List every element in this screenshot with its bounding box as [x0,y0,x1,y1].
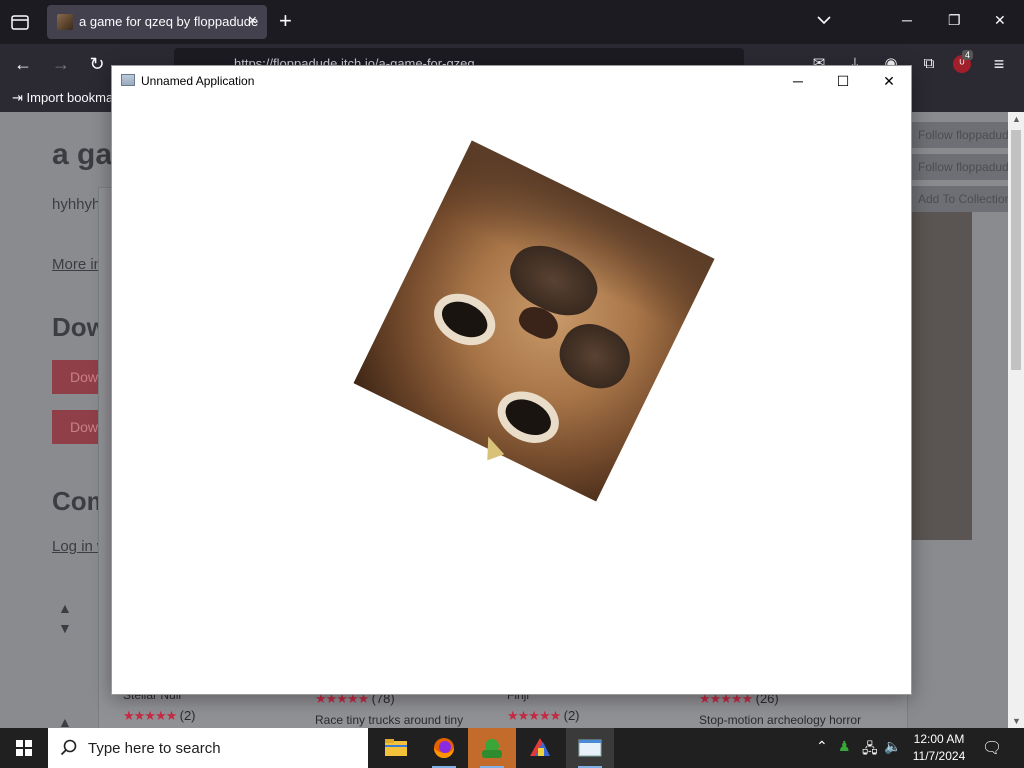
tab-list-icon[interactable] [8,10,32,34]
game-screenshot[interactable] [912,212,972,540]
clock-date: 11/7/2024 [912,749,966,763]
network-icon[interactable]: 🖧 [862,738,878,762]
browser-close-button[interactable]: ✕ [994,12,1006,29]
follow-button[interactable]: Follow floppadude [912,122,1008,148]
rating-count: (2) [563,708,580,723]
scroll-down-icon[interactable]: ▼ [1012,716,1021,726]
tab-close-button[interactable]: × [248,12,257,29]
rating-stars: ★★★★★ [507,708,561,723]
search-icon [60,739,77,756]
chevron-down-icon[interactable] [816,12,832,33]
add-to-collection-button[interactable]: Add To Collection [912,186,1008,212]
game-app-icon[interactable] [468,728,516,768]
volume-icon[interactable]: 🔈 [884,738,901,755]
clock[interactable]: 12:00 AM 11/7/2024 [904,731,974,765]
browser-minimize-button[interactable]: ─ [902,12,912,28]
tab-title: a game for qzeq by floppadude [79,14,259,29]
forward-arrow-icon[interactable]: → [50,53,72,75]
downvote-icon[interactable]: ▼ [58,620,72,636]
extensions-icon[interactable]: ⧉ [918,53,940,75]
extension-badge: 4 [962,50,974,60]
app-minimize-button[interactable]: ─ [783,70,813,92]
app-title: Unnamed Application [141,74,255,88]
browser-tab-active[interactable]: a game for qzeq by floppadude × [47,5,267,39]
app-window-taskbar-icon[interactable] [566,728,614,768]
file-explorer-icon[interactable] [372,728,420,768]
scrollbar-thumb[interactable] [1011,130,1021,370]
new-tab-button[interactable]: + [279,9,292,33]
search-placeholder: Type here to search [88,740,221,757]
chevron-up-icon[interactable]: ⌃ [816,738,828,755]
app-titlebar[interactable]: Unnamed Application ─ ☐ ✕ [112,66,911,96]
hamburger-menu-icon[interactable]: ≡ [988,53,1010,75]
notification-icon[interactable]: 🗨 [982,738,1002,758]
rating-count: (2) [179,708,196,723]
app-window-icon [121,74,135,86]
user-tray-icon[interactable]: ♟ [838,738,851,755]
taskbar: Type here to search ⌃ ♟ 🖧 🔈 12:00 AM 11/… [0,728,1024,768]
follow-button[interactable]: Follow floppadude [912,154,1008,180]
rec-description: Stop-motion archeology horror [699,713,862,727]
rec-description: Race tiny trucks around tiny [315,713,464,727]
paint-app-icon[interactable] [516,728,564,768]
page-scrollbar[interactable]: ▲ ▼ [1008,112,1024,728]
rotated-cat-image [353,140,715,502]
game-canvas[interactable] [353,140,715,502]
browser-restore-button[interactable]: ❐ [948,12,961,29]
upvote-icon[interactable]: ▲ [58,600,72,616]
reload-icon[interactable]: ↻ [86,53,108,75]
rec-rating: ★★★★★ (2) [123,708,196,724]
app-close-button[interactable]: ✕ [874,70,904,92]
browser-tabbar: a game for qzeq by floppadude × + ─ ❐ ✕ [0,0,1024,44]
rec-rating: ★★★★★ (2) [507,708,580,724]
cat-eye [425,283,504,356]
back-arrow-icon[interactable]: ← [12,53,34,75]
app-window[interactable]: Unnamed Application ─ ☐ ✕ [111,65,912,695]
scroll-up-icon[interactable]: ▲ [1012,114,1021,124]
cat-eye [488,381,568,453]
favicon-icon [57,14,73,30]
taskbar-search-box[interactable]: Type here to search [48,728,368,768]
upvote-icon[interactable]: ▲ [58,714,72,728]
firefox-icon[interactable] [420,728,468,768]
app-maximize-button[interactable]: ☐ [828,70,858,92]
clock-time: 12:00 AM [913,732,965,746]
cat-paw [550,313,640,399]
windows-start-icon[interactable] [0,728,48,768]
rating-stars: ★★★★★ [123,708,177,723]
